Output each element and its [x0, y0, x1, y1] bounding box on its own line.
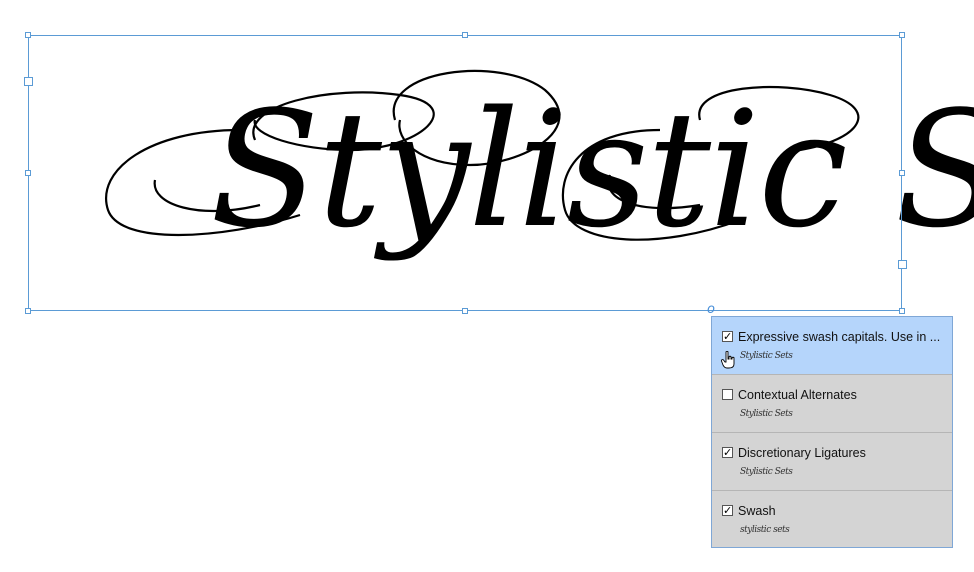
opentype-features-panel: ✓ Expressive swash capitals. Use in ... … [711, 316, 953, 548]
feature-checkbox[interactable]: ✓ [722, 447, 733, 458]
feature-label: Swash [738, 504, 776, 518]
resize-handle-bottom-left[interactable] [25, 308, 31, 314]
feature-label: Contextual Alternates [738, 388, 857, 402]
feature-checkbox[interactable] [722, 389, 733, 400]
feature-label: Discretionary Ligatures [738, 446, 866, 460]
selection-bounding-box[interactable] [28, 35, 902, 311]
feature-item-contextual-alternates[interactable]: Contextual Alternates Stylistic Sets [712, 375, 952, 433]
feature-preview: stylistic sets [740, 525, 790, 535]
resize-handle-middle-left[interactable] [25, 170, 31, 176]
feature-item-discretionary-ligatures[interactable]: ✓ Discretionary Ligatures Stylistic Sets [712, 433, 952, 491]
resize-handle-top-right[interactable] [899, 32, 905, 38]
contextual-alternates-indicator-icon[interactable]: o [707, 303, 715, 316]
resize-handle-top-center[interactable] [462, 32, 468, 38]
resize-handle-bottom-right[interactable] [899, 308, 905, 314]
feature-checkbox[interactable]: ✓ [722, 505, 733, 516]
feature-item-expressive-swash-capitals[interactable]: ✓ Expressive swash capitals. Use in ... … [712, 317, 952, 375]
resize-handle-middle-right[interactable] [899, 170, 905, 176]
feature-label: Expressive swash capitals. Use in ... [738, 330, 941, 344]
feature-item-swash[interactable]: ✓ Swash stylistic sets [712, 491, 952, 549]
resize-handle-bottom-center[interactable] [462, 308, 468, 314]
resize-handle-top-left[interactable] [25, 32, 31, 38]
resize-handle-left-upper[interactable] [24, 77, 33, 86]
feature-checkbox[interactable]: ✓ [722, 331, 733, 342]
hand-pointer-icon [721, 351, 735, 369]
feature-preview: Stylistic Sets [740, 351, 793, 361]
feature-preview: Stylistic Sets [740, 467, 793, 477]
feature-preview: Stylistic Sets [740, 409, 793, 419]
resize-handle-right-lower[interactable] [898, 260, 907, 269]
